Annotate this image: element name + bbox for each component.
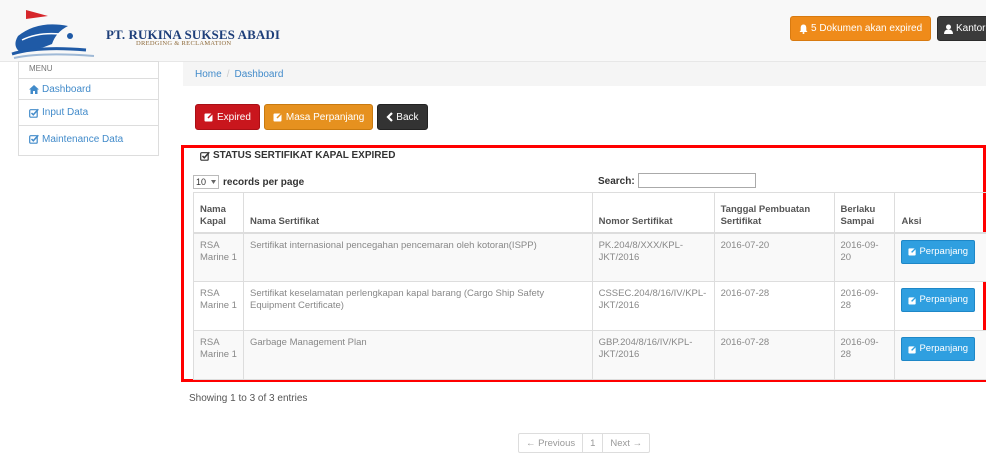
- expiring-documents-label: 5 Dokumen akan expired: [811, 23, 923, 34]
- sidebar-menu: MENU Dashboard Input Data Maintenance Da…: [18, 61, 159, 156]
- edit-check-icon: [29, 108, 39, 118]
- column-header[interactable]: Nama Kapal: [193, 192, 244, 234]
- cell-nomor-sertifikat: PK.204/8/XXX/KPL-JKT/2016: [591, 232, 715, 282]
- bell-icon: [799, 24, 808, 34]
- perpanjang-label: Perpanjang: [919, 245, 969, 257]
- cell-nama-sertifikat: Garbage Management Plan: [242, 330, 593, 380]
- cell-nama-kapal: RSA Marine 1: [193, 281, 244, 331]
- sidebar-item-maintenance-data[interactable]: Maintenance Data: [19, 126, 158, 152]
- breadcrumb: Home / Dashboard: [183, 62, 986, 86]
- perpanjang-button[interactable]: Perpanjang: [901, 288, 976, 312]
- user-menu-button[interactable]: Kantor: [937, 16, 986, 41]
- pagination: ← Previous 1 Next →: [518, 433, 651, 453]
- cell-tanggal-pembuatan: 2016-07-20: [713, 232, 834, 282]
- chevron-left-icon: [386, 112, 394, 122]
- cell-nama-sertifikat: Sertifikat internasional pencegahan penc…: [242, 232, 593, 282]
- certificates-table: Nama Kapal Nama Sertifikat Nomor Sertifi…: [193, 192, 986, 380]
- cell-nama-kapal: RSA Marine 1: [193, 330, 244, 380]
- table-row: RSA Marine 1 Sertifikat internasional pe…: [193, 232, 986, 282]
- cell-aksi: Perpanjang: [894, 330, 986, 380]
- panel-title: STATUS SERTIFIKAT KAPAL EXPIRED: [200, 150, 395, 161]
- table-header-row: Nama Kapal Nama Sertifikat Nomor Sertifi…: [193, 192, 986, 234]
- records-per-page: 10 records per page: [193, 175, 304, 189]
- edit-check-icon: [200, 151, 210, 161]
- search-label: Search:: [598, 176, 635, 187]
- column-header[interactable]: Nama Sertifikat: [242, 192, 593, 234]
- cell-nama-sertifikat: Sertifikat keselamatan perlengkapan kapa…: [242, 281, 593, 331]
- back-button[interactable]: Back: [377, 104, 428, 130]
- perpanjang-label: Perpanjang: [919, 294, 969, 305]
- sidebar-item-dashboard[interactable]: Dashboard: [19, 79, 158, 100]
- cell-berlaku-sampai: 2016-09-28: [833, 281, 895, 331]
- top-navbar: PT. RUKINA SUKSES ABADI DREDGING & RECLA…: [0, 0, 986, 62]
- menu-heading: MENU: [19, 62, 158, 79]
- sidebar-item-label: Maintenance Data: [42, 133, 124, 145]
- external-link-icon: [908, 247, 918, 256]
- external-link-icon: [204, 112, 214, 122]
- masa-perpanjang-label: Masa Perpanjang: [285, 111, 365, 123]
- caret-down-icon: [211, 180, 216, 184]
- home-icon: [29, 84, 39, 94]
- breadcrumb-current[interactable]: Dashboard: [234, 69, 283, 80]
- expiring-documents-button[interactable]: 5 Dokumen akan expired: [790, 16, 932, 41]
- perpanjang-button[interactable]: Perpanjang: [901, 337, 976, 361]
- previous-page-button[interactable]: ← Previous: [519, 434, 582, 452]
- cell-nama-kapal: RSA Marine 1: [193, 232, 244, 282]
- sidebar-item-label: Input Data: [42, 107, 89, 118]
- cell-berlaku-sampai: 2016-09-28: [833, 330, 895, 380]
- expired-certificates-panel: STATUS SERTIFIKAT KAPAL EXPIRED 10 recor…: [181, 145, 986, 382]
- back-button-label: Back: [396, 111, 419, 123]
- table-info: Showing 1 to 3 of 3 entries: [189, 393, 308, 404]
- column-header[interactable]: Berlaku Sampai: [833, 192, 895, 234]
- breadcrumb-separator: /: [226, 68, 230, 80]
- external-link-icon: [908, 295, 918, 305]
- expired-button-label: Expired: [217, 111, 251, 123]
- records-per-page-select[interactable]: 10: [193, 175, 219, 189]
- cell-berlaku-sampai: 2016-09-20: [833, 232, 895, 282]
- user-menu-label: Kantor: [956, 23, 986, 34]
- brand-tagline: DREDGING & RECLAMATION: [136, 40, 232, 47]
- masa-perpanjang-button[interactable]: Masa Perpanjang: [263, 104, 374, 130]
- perpanjang-label: Perpanjang: [919, 343, 969, 354]
- records-per-page-label: records per page: [223, 176, 305, 188]
- column-header[interactable]: Tanggal Pembuatan Sertifikat: [713, 192, 834, 234]
- perpanjang-button[interactable]: Perpanjang: [901, 239, 976, 264]
- cell-tanggal-pembuatan: 2016-07-28: [713, 330, 834, 380]
- cell-nomor-sertifikat: CSSEC.204/8/16/IV/KPL-JKT/2016: [591, 281, 715, 331]
- cell-aksi: Perpanjang: [894, 232, 986, 282]
- panel-title-text: STATUS SERTIFIKAT KAPAL EXPIRED: [213, 150, 396, 161]
- table-row: RSA Marine 1 Sertifikat keselamatan perl…: [193, 281, 986, 331]
- cell-aksi: Perpanjang: [894, 281, 986, 331]
- next-page-button[interactable]: Next →: [602, 434, 649, 452]
- sidebar-item-input-data[interactable]: Input Data: [19, 100, 158, 126]
- edit-check-icon: [29, 134, 39, 144]
- table-row: RSA Marine 1 Garbage Management Plan GBP…: [193, 330, 986, 380]
- column-header[interactable]: Nomor Sertifikat: [591, 192, 715, 234]
- search-input[interactable]: [638, 173, 756, 188]
- expired-button[interactable]: Expired: [195, 104, 260, 130]
- user-icon: [944, 24, 953, 34]
- column-header[interactable]: Aksi: [894, 192, 986, 234]
- company-logo[interactable]: [8, 6, 98, 60]
- breadcrumb-home-link[interactable]: Home: [195, 69, 222, 80]
- cell-tanggal-pembuatan: 2016-07-28: [713, 281, 834, 331]
- external-link-icon: [908, 344, 918, 354]
- action-toolbar: Expired Masa Perpanjang Back: [195, 104, 428, 130]
- page-number-button[interactable]: 1: [582, 434, 602, 452]
- sidebar-item-label: Dashboard: [42, 83, 91, 95]
- external-link-icon: [273, 112, 283, 122]
- cell-nomor-sertifikat: GBP.204/8/16/IV/KPL-JKT/2016: [591, 330, 715, 380]
